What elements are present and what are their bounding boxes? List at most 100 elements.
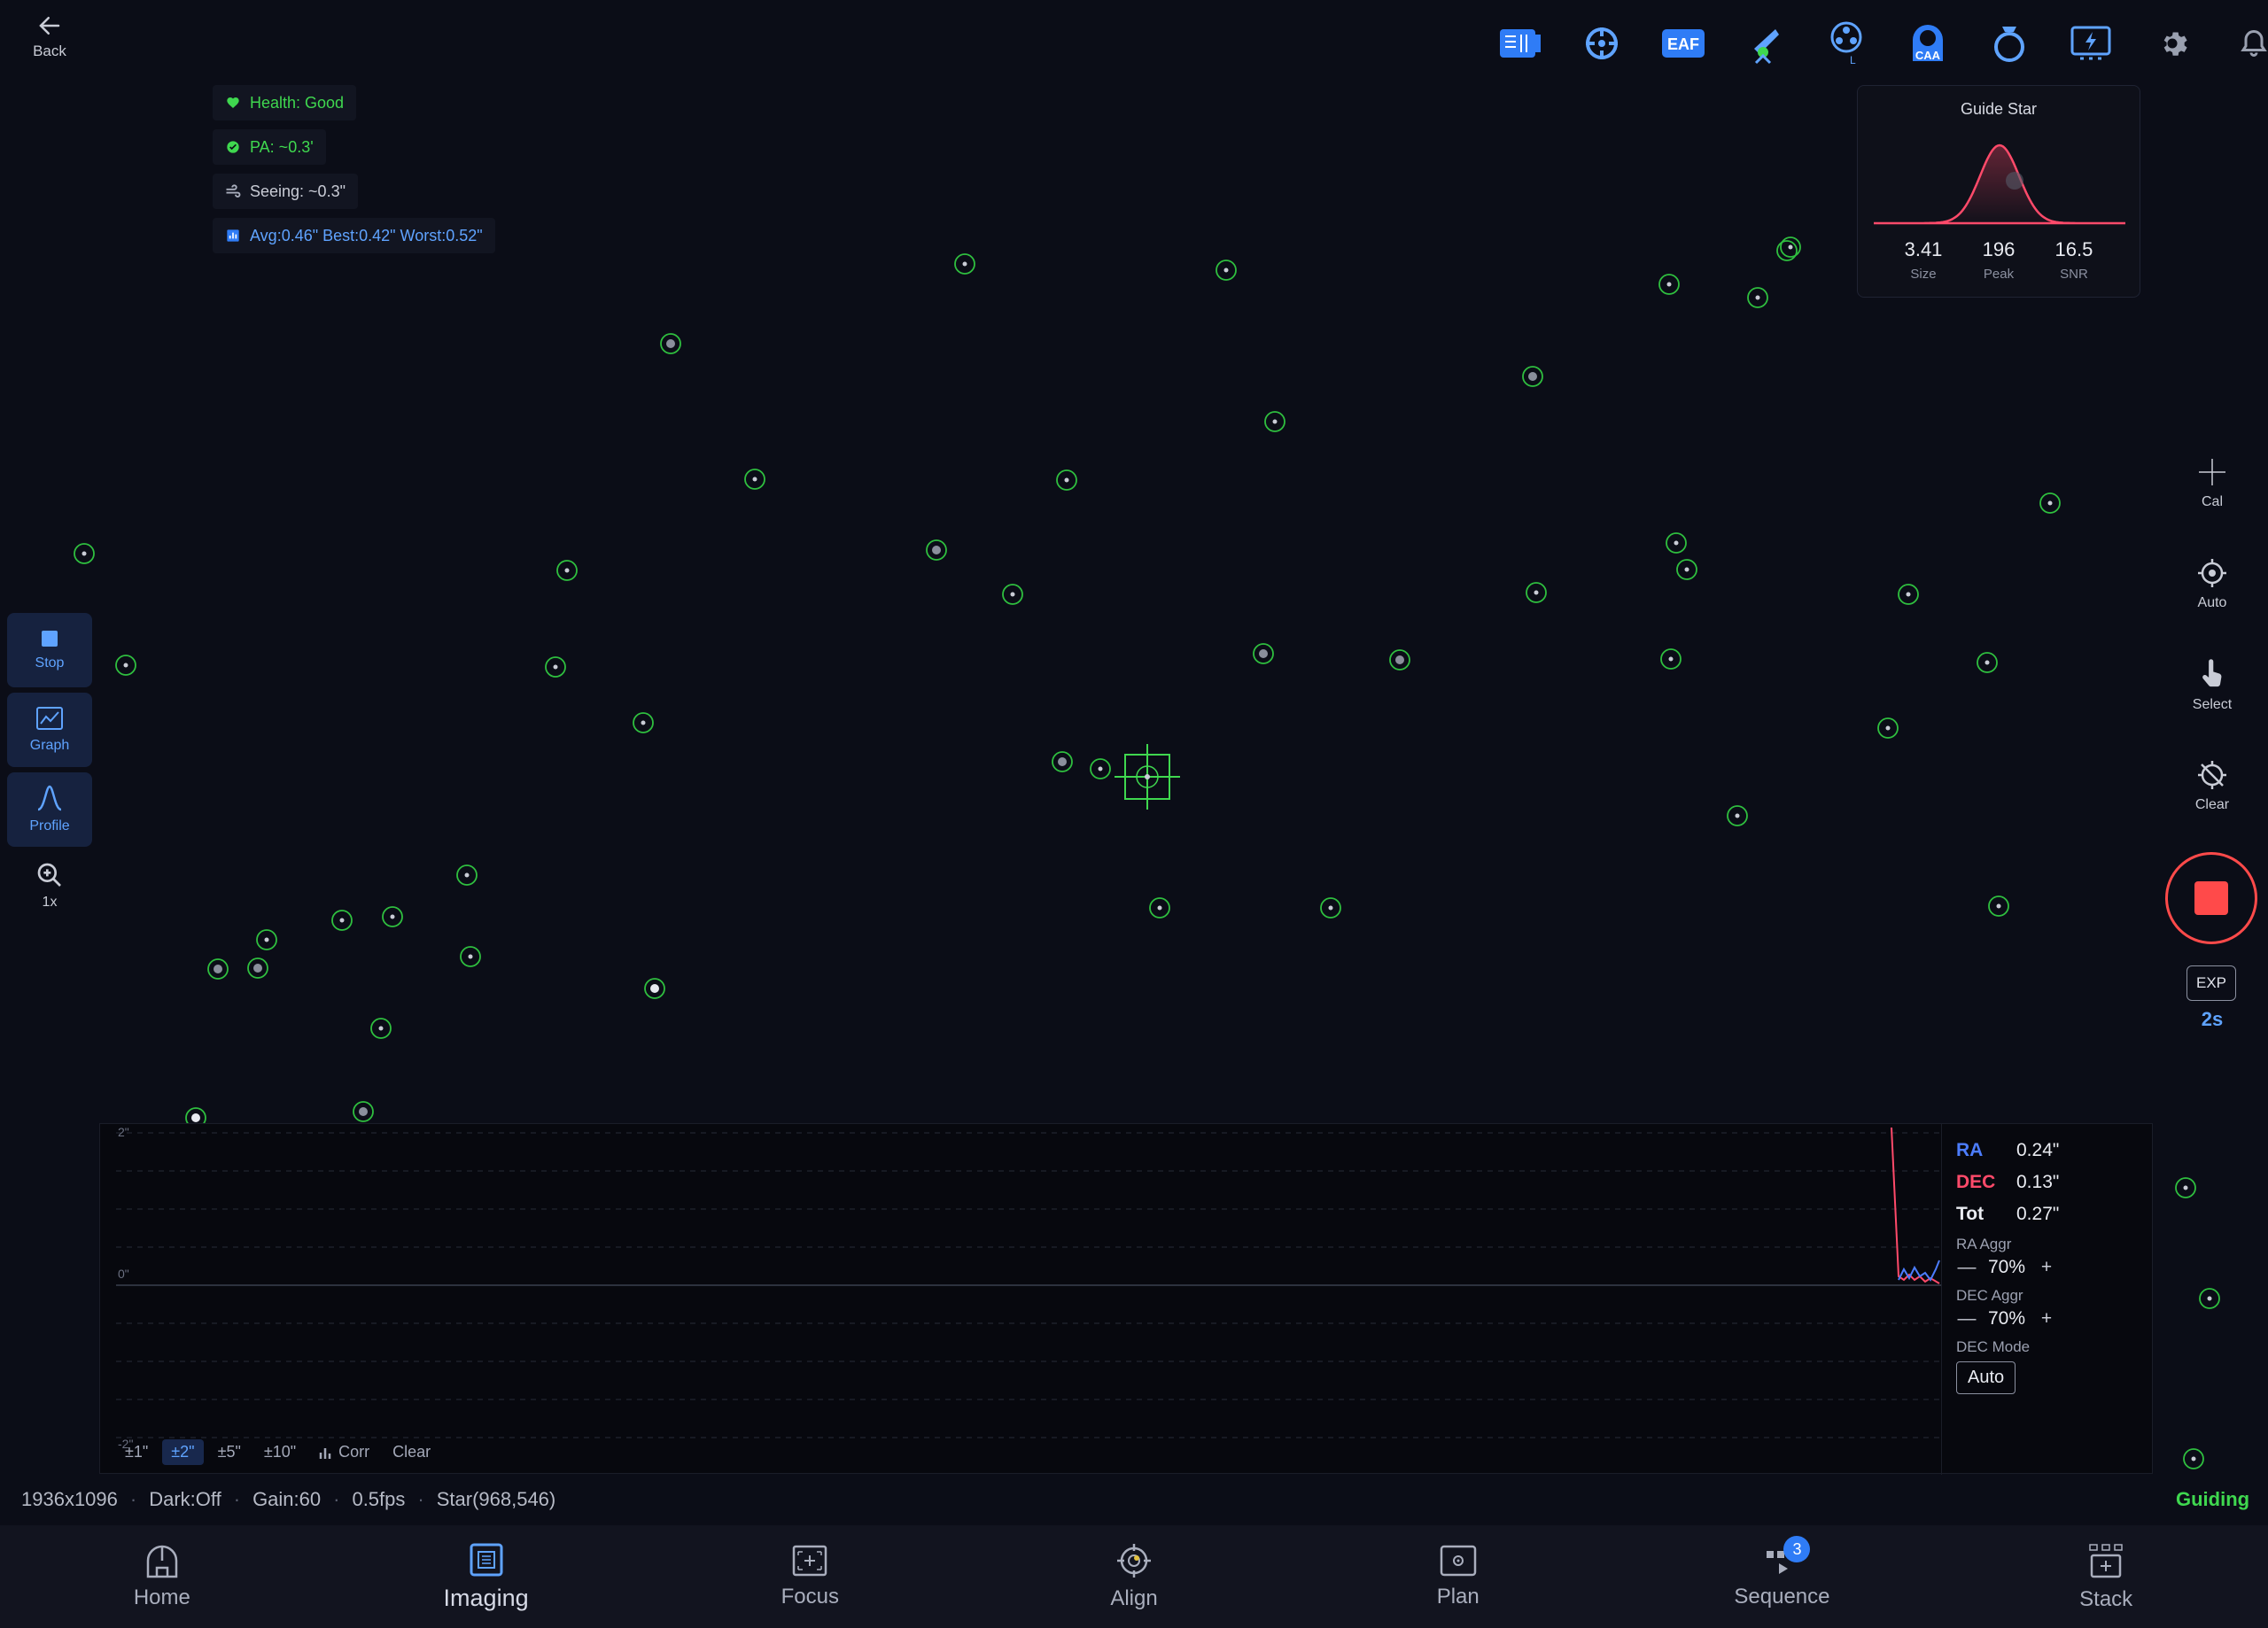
back-button[interactable]: Back — [18, 12, 82, 69]
auto-select-button[interactable]: Auto — [2174, 551, 2250, 618]
detected-star[interactable] — [1666, 532, 1687, 554]
imaging-icon — [470, 1543, 503, 1576]
detected-star[interactable] — [331, 910, 353, 931]
detected-star[interactable] — [1090, 758, 1111, 779]
notifications-button[interactable] — [2213, 16, 2268, 71]
detected-star[interactable] — [74, 543, 95, 564]
nav-stack[interactable]: Stack — [1944, 1525, 2268, 1628]
detected-star[interactable] — [460, 946, 481, 967]
detected-star[interactable] — [1052, 751, 1073, 772]
detected-star[interactable] — [456, 864, 478, 886]
filter-wheel-button[interactable]: L — [1806, 16, 1887, 71]
mount-button[interactable] — [1724, 16, 1806, 71]
star-position-text: Star(968,546) — [436, 1488, 556, 1510]
ra-aggr-increase-button[interactable]: + — [2036, 1257, 2057, 1278]
dec-aggression-label: DEC Aggr — [1956, 1287, 2023, 1304]
detected-star[interactable] — [256, 929, 277, 950]
nav-plan[interactable]: Plan — [1296, 1525, 1620, 1628]
detected-star[interactable] — [382, 906, 403, 927]
detected-star[interactable] — [954, 253, 975, 275]
detected-star[interactable] — [2175, 1177, 2196, 1198]
clear-selection-button[interactable]: Clear — [2174, 753, 2250, 820]
detected-star[interactable] — [1264, 411, 1285, 432]
zoom-in-icon — [37, 863, 61, 887]
nav-focus[interactable]: Focus — [648, 1525, 972, 1628]
nav-home[interactable]: Home — [0, 1525, 324, 1628]
detected-star[interactable] — [370, 1018, 392, 1039]
range-2-button[interactable]: ±2" — [162, 1439, 204, 1465]
detected-star[interactable] — [247, 957, 268, 979]
detected-star[interactable] — [1658, 274, 1680, 295]
detected-star[interactable] — [1660, 648, 1682, 670]
detected-star[interactable] — [644, 978, 665, 999]
detected-star[interactable] — [1898, 584, 1919, 605]
dec-mode-select[interactable]: Auto — [1956, 1361, 2016, 1394]
settings-button[interactable] — [2132, 16, 2213, 71]
ring-button[interactable] — [1969, 16, 2050, 71]
camera-icon — [1500, 29, 1541, 58]
pa-badge: PA: ~0.3' — [213, 129, 326, 165]
detected-star[interactable] — [1526, 582, 1547, 603]
nav-align[interactable]: Align — [972, 1525, 1296, 1628]
bottom-nav: Home Imaging Focus Align Plan 3 Sequence… — [0, 1525, 2268, 1628]
dec-aggr-increase-button[interactable]: + — [2036, 1308, 2057, 1330]
graph-toggle-button[interactable]: Graph — [7, 693, 92, 767]
exposure-button[interactable]: EXP — [2186, 965, 2236, 1001]
detected-star[interactable] — [926, 539, 947, 561]
nav-imaging[interactable]: Imaging — [324, 1525, 649, 1628]
guide-error-graph: 2" 0" -2" — [116, 1125, 1941, 1451]
detected-star[interactable] — [1002, 584, 1023, 605]
detected-star[interactable] — [660, 333, 681, 354]
detected-star[interactable] — [1253, 643, 1274, 664]
caa-button[interactable]: CAA — [1887, 16, 1969, 71]
detected-star[interactable] — [633, 712, 654, 733]
manual-select-button[interactable]: Select — [2174, 652, 2250, 719]
clear-graph-button[interactable]: Clear — [384, 1439, 439, 1465]
stop-capture-button[interactable] — [2165, 852, 2257, 944]
range-5-button[interactable]: ±5" — [209, 1439, 250, 1465]
detected-star[interactable] — [1727, 805, 1748, 826]
detected-star[interactable] — [1977, 652, 1998, 673]
detected-star[interactable] — [545, 656, 566, 678]
profile-toggle-button[interactable]: Profile — [7, 772, 92, 847]
guider-icon — [1586, 27, 1618, 59]
detected-star[interactable] — [1389, 649, 1410, 671]
zoom-button[interactable]: 1x — [18, 861, 82, 918]
detected-star[interactable] — [1747, 287, 1768, 308]
detected-star[interactable] — [744, 469, 765, 490]
detected-star[interactable] — [2199, 1288, 2220, 1309]
detected-star[interactable] — [1149, 897, 1170, 919]
camera-button[interactable] — [1480, 16, 1561, 71]
detected-star[interactable] — [353, 1101, 374, 1122]
detected-star[interactable] — [1216, 260, 1237, 281]
eaf-button[interactable]: EAF — [1643, 16, 1724, 71]
detected-star[interactable] — [1320, 897, 1341, 919]
detected-star[interactable] — [2183, 1448, 2204, 1469]
detected-star[interactable] — [1877, 717, 1899, 739]
detected-star[interactable] — [1056, 469, 1077, 491]
detected-star[interactable] — [1988, 895, 2009, 917]
stop-guiding-button[interactable]: Stop — [7, 613, 92, 687]
nav-sequence[interactable]: 3 Sequence — [1620, 1525, 1945, 1628]
detected-star[interactable] — [1522, 366, 1543, 387]
corrections-toggle[interactable]: Corr — [310, 1439, 378, 1465]
svg-text:L: L — [1850, 54, 1856, 66]
guiding-status: Guiding — [2176, 1488, 2250, 1510]
detected-star[interactable] — [1776, 236, 1801, 261]
detected-star[interactable] — [207, 958, 229, 980]
detected-star[interactable] — [115, 655, 136, 676]
detected-star[interactable] — [1676, 559, 1697, 580]
guider-button[interactable] — [1561, 16, 1643, 71]
range-10-button[interactable]: ±10" — [255, 1439, 305, 1465]
detected-star[interactable] — [2039, 492, 2061, 514]
range-1-button[interactable]: ±1" — [116, 1439, 157, 1465]
arrow-left-icon — [39, 17, 60, 35]
dec-aggr-decrease-button[interactable]: — — [1956, 1308, 1977, 1330]
calibrate-button[interactable]: Cal — [2174, 450, 2250, 517]
exposure-value[interactable]: 2s — [2174, 1008, 2250, 1031]
detected-star[interactable] — [556, 560, 578, 581]
star-peak: 196 Peak — [1982, 238, 2016, 282]
power-button[interactable] — [2050, 16, 2132, 71]
ra-aggr-decrease-button[interactable]: — — [1956, 1257, 1977, 1278]
star-size: 3.41 Size — [1904, 238, 1943, 282]
